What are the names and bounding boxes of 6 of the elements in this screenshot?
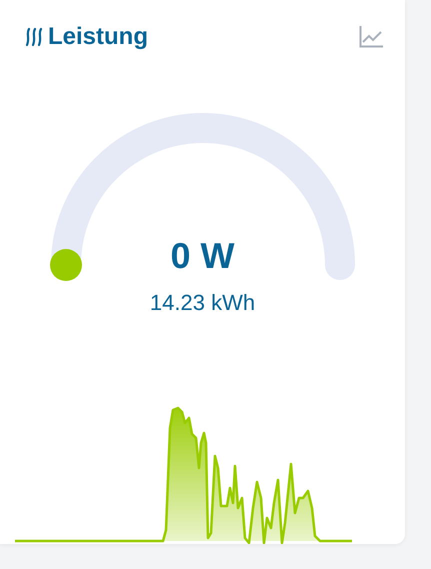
power-value: 0 W — [170, 235, 234, 276]
energy-value: 14.23 kWh — [150, 290, 256, 315]
chart-icon[interactable] — [359, 26, 383, 48]
heat-waves-icon — [24, 26, 44, 48]
card-title: Leistung — [48, 22, 148, 52]
gauge-marker — [50, 249, 82, 281]
